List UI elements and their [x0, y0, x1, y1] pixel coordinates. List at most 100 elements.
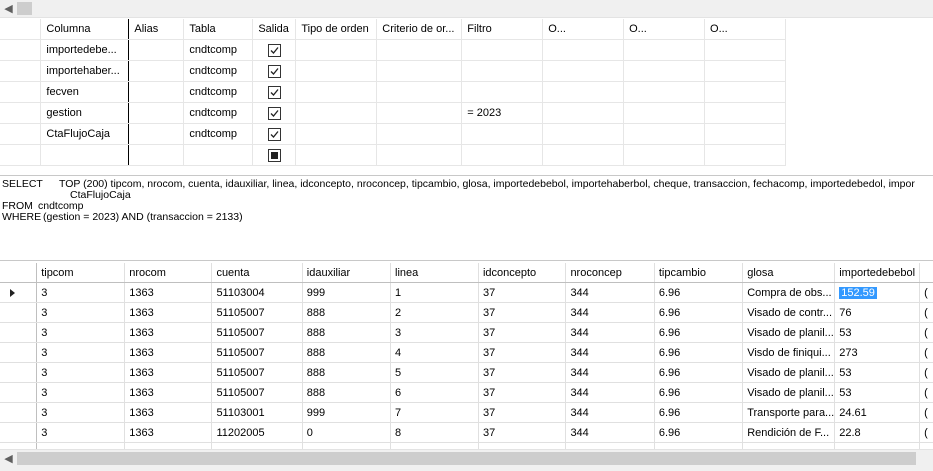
results-cell[interactable]: 888	[302, 322, 392, 343]
checkbox-checked-icon[interactable]	[267, 127, 281, 141]
results-cell[interactable]: 888	[302, 342, 392, 363]
results-cell[interactable]: 51105007	[211, 362, 303, 383]
row-selector[interactable]	[0, 342, 38, 363]
results-cell[interactable]: 1363	[124, 382, 213, 403]
criteria-cell-table[interactable]	[183, 144, 254, 166]
results-cell[interactable]: 22.8	[834, 422, 921, 443]
results-column-header[interactable]: nroconcep	[565, 263, 655, 283]
results-cell-truncated[interactable]: (	[919, 322, 933, 343]
results-cell[interactable]: 37	[478, 342, 567, 363]
results-cell-truncated[interactable]: (	[919, 422, 933, 443]
results-cell[interactable]: 37	[478, 382, 567, 403]
criteria-cell-or[interactable]	[623, 102, 706, 124]
results-cell[interactable]: 3	[36, 402, 126, 423]
results-cell[interactable]: 1363	[124, 302, 213, 323]
criteria-cell-column[interactable]: gestion	[40, 102, 130, 124]
results-cell-truncated[interactable]: (	[919, 402, 933, 423]
row-selector[interactable]	[0, 60, 42, 82]
criteria-cell-alias[interactable]	[128, 60, 185, 82]
results-cell[interactable]: 2	[390, 302, 479, 323]
results-cell[interactable]: 51105007	[211, 342, 303, 363]
criteria-row[interactable]	[0, 144, 786, 166]
criteria-cell-sort-type[interactable]	[295, 39, 378, 61]
results-cell[interactable]: Visado de contr...	[742, 302, 836, 323]
criteria-cell-filter[interactable]	[461, 81, 544, 103]
results-column-header[interactable]	[919, 263, 933, 283]
results-cell[interactable]: 888	[302, 382, 392, 403]
criteria-cell-filter[interactable]	[461, 123, 544, 145]
criteria-cell-or[interactable]	[623, 39, 706, 61]
results-cell[interactable]: 3	[36, 302, 126, 323]
checkbox-indeterminate-icon[interactable]	[267, 148, 281, 162]
row-selector[interactable]	[0, 322, 38, 343]
criteria-cell-or[interactable]	[704, 81, 786, 103]
criteria-cell-column[interactable]	[40, 144, 130, 166]
criteria-column-header[interactable]: Alias	[128, 19, 185, 40]
results-cell-truncated[interactable]: (	[919, 282, 933, 303]
scroll-left-icon[interactable]: ◀	[0, 450, 17, 467]
results-cell[interactable]: 344	[565, 342, 655, 363]
criteria-row[interactable]: importehaber... cndtcomp	[0, 60, 786, 82]
results-cell[interactable]: 53	[834, 362, 921, 383]
criteria-cell-alias[interactable]	[128, 102, 185, 124]
results-column-header[interactable]: idconcepto	[478, 263, 567, 283]
criteria-cell-filter[interactable]	[461, 60, 544, 82]
results-cell[interactable]: 344	[565, 382, 655, 403]
results-cell[interactable]: 344	[565, 282, 655, 303]
row-selector[interactable]	[0, 144, 42, 166]
checkbox-checked-icon[interactable]	[267, 64, 281, 78]
pane-divider[interactable]	[0, 260, 933, 261]
output-checkbox[interactable]	[252, 39, 297, 61]
results-cell[interactable]: 888	[302, 362, 392, 383]
results-cell-truncated[interactable]: (	[919, 382, 933, 403]
criteria-cell-column[interactable]: importedebe...	[40, 39, 130, 61]
results-cell[interactable]: 7	[390, 402, 479, 423]
criteria-cell-sort-type[interactable]	[295, 81, 378, 103]
row-selector[interactable]	[0, 422, 38, 443]
results-cell[interactable]: 6.96	[654, 402, 744, 423]
results-cell[interactable]: 1363	[124, 282, 213, 303]
criteria-cell-column[interactable]: CtaFlujoCaja	[40, 123, 130, 145]
results-cell[interactable]: 0	[302, 422, 392, 443]
results-row[interactable]: 3 1363 51105007 888 4 37 344 6.96 Visdo de finiq…	[0, 342, 933, 363]
criteria-cell-alias[interactable]	[128, 123, 185, 145]
results-cell[interactable]: 51103004	[211, 282, 303, 303]
output-checkbox[interactable]	[252, 144, 297, 166]
scrollbar-thumb[interactable]	[17, 2, 32, 15]
criteria-cell-table[interactable]: cndtcomp	[183, 60, 254, 82]
results-cell[interactable]: 273	[834, 342, 921, 363]
results-cell[interactable]: 3	[36, 282, 126, 303]
output-checkbox[interactable]	[252, 81, 297, 103]
criteria-cell-table[interactable]: cndtcomp	[183, 81, 254, 103]
results-cell[interactable]: 3	[390, 322, 479, 343]
results-row[interactable]: 3 1363 51105007 888 5 37 344 6.96 Visado de plan…	[0, 362, 933, 383]
results-column-header[interactable]: tipcambio	[654, 263, 744, 283]
criteria-cell-filter[interactable]	[461, 39, 544, 61]
results-cell[interactable]: Transporte para...	[742, 402, 836, 423]
criteria-cell-or[interactable]	[542, 144, 625, 166]
results-cell[interactable]: 3	[36, 322, 126, 343]
results-cell[interactable]: 6.96	[654, 382, 744, 403]
results-cell[interactable]: 152.59	[834, 282, 921, 303]
criteria-cell-or[interactable]	[704, 102, 786, 124]
criteria-column-header[interactable]: Tabla	[183, 19, 254, 40]
results-cell[interactable]: 3	[36, 342, 126, 363]
criteria-cell-alias[interactable]	[128, 81, 185, 103]
results-cell[interactable]: 37	[478, 282, 567, 303]
criteria-cell-or[interactable]	[704, 144, 786, 166]
sql-pane[interactable]: SELECT TOP (200) tipcom, nrocom, cuenta,…	[2, 179, 933, 223]
criteria-column-header[interactable]: Filtro	[461, 19, 544, 40]
results-row[interactable]: 3 1363 51105007 888 6 37 344 6.96 Visado de plan…	[0, 382, 933, 403]
criteria-cell-or[interactable]	[623, 81, 706, 103]
criteria-cell-column[interactable]: fecven	[40, 81, 130, 103]
criteria-cell-sort-type[interactable]	[295, 123, 378, 145]
criteria-cell-or[interactable]	[623, 60, 706, 82]
results-cell[interactable]: 3	[36, 382, 126, 403]
results-column-header[interactable]: glosa	[742, 263, 836, 283]
criteria-cell-or[interactable]	[704, 39, 786, 61]
results-cell[interactable]: 999	[302, 402, 392, 423]
results-cell[interactable]: 37	[478, 362, 567, 383]
criteria-column-header[interactable]: Tipo de orden	[295, 19, 378, 40]
output-checkbox[interactable]	[252, 123, 297, 145]
results-cell[interactable]: 1363	[124, 362, 213, 383]
